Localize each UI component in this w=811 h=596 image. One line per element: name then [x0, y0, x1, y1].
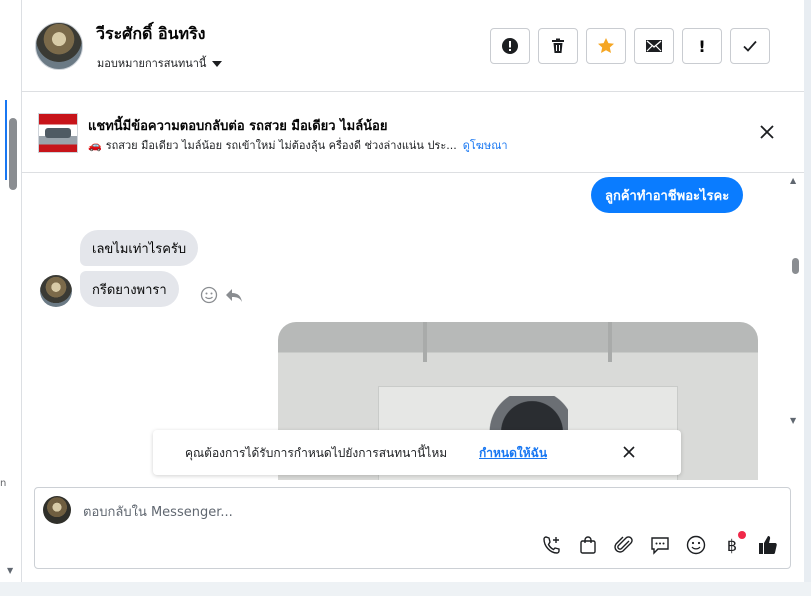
- ad-reply-banner: แชทนี้มีข้อความตอบกลับต่อ รถสวย มือเดียว…: [22, 93, 804, 173]
- scroll-down-arrow-icon[interactable]: ▼: [7, 566, 13, 575]
- smiley-icon: [686, 535, 706, 555]
- follow-up-button[interactable]: !: [682, 28, 722, 64]
- conversation-header: วีระศักดิ์ อินทริง มอบหมายการสนทนานี้ !: [22, 0, 804, 92]
- close-icon: [760, 125, 774, 139]
- left-panel-strip: ี n ▼: [0, 0, 22, 582]
- payment-button[interactable]: ฿: [721, 531, 746, 556]
- star-button[interactable]: [586, 28, 626, 64]
- alert-circle-icon: [502, 38, 518, 54]
- assign-to-me-link[interactable]: กำหนดให้ฉัน: [479, 444, 547, 463]
- header-actions: !: [490, 28, 770, 64]
- star-icon: [598, 38, 614, 53]
- attach-button[interactable]: [613, 534, 635, 556]
- ad-thumbnail[interactable]: [38, 113, 78, 153]
- conversation-panel: วีระศักดิ์ อินทริง มอบหมายการสนทนานี้ !: [22, 0, 804, 582]
- exclamation-icon: !: [698, 36, 706, 56]
- chevron-down-icon: [212, 61, 223, 67]
- mark-spam-button[interactable]: [490, 28, 530, 64]
- trash-icon: [552, 38, 564, 53]
- sender-avatar: [40, 275, 72, 307]
- incoming-message[interactable]: กรีดยางพารา: [80, 271, 179, 307]
- mark-unread-button[interactable]: [634, 28, 674, 64]
- phone-plus-icon: [543, 536, 560, 554]
- close-banner-button[interactable]: [756, 121, 778, 143]
- left-panel-glyph-bottom: n: [0, 478, 7, 489]
- left-panel-active-indicator: [5, 100, 7, 180]
- avatar[interactable]: [35, 22, 83, 70]
- photo-detail: [423, 322, 427, 362]
- like-button[interactable]: [757, 534, 779, 556]
- call-button[interactable]: [541, 534, 563, 556]
- shopping-bag-icon: [580, 536, 596, 554]
- car-icon: 🚗: [88, 139, 102, 152]
- checkmark-icon: [743, 40, 757, 52]
- chat-scrollbar[interactable]: [792, 258, 799, 274]
- mark-done-button[interactable]: [730, 28, 770, 64]
- window-edge: [804, 0, 811, 596]
- delete-button[interactable]: [538, 28, 578, 64]
- paperclip-icon: [614, 536, 633, 553]
- ad-description: รถสวย มือเดียว ไมล์น้อย รถเข้าใหม่ ไม่ต้…: [105, 139, 457, 152]
- photo-detail: [608, 322, 612, 362]
- thumbs-up-icon: [759, 536, 777, 555]
- envelope-icon: [646, 40, 662, 52]
- notification-dot: [738, 531, 746, 539]
- assign-conversation-dropdown[interactable]: มอบหมายการสนทนานี้: [97, 54, 223, 72]
- close-icon[interactable]: [621, 444, 637, 460]
- ad-banner-subtitle: 🚗 รถสวย มือเดียว ไมล์น้อย รถเข้าใหม่ ไม่ต…: [88, 136, 508, 154]
- baht-icon: ฿: [726, 535, 738, 555]
- view-ad-link[interactable]: ดูโฆษณา: [463, 139, 508, 152]
- outgoing-message[interactable]: ลูกค้าทำอาชีพอะไรคะ: [591, 177, 744, 213]
- reply-arrow-icon[interactable]: [224, 286, 244, 304]
- reply-input[interactable]: [83, 502, 763, 522]
- page-avatar: [43, 496, 71, 524]
- left-panel-scrollbar[interactable]: [9, 118, 17, 190]
- shop-button[interactable]: [577, 534, 599, 556]
- reply-composer: ฿: [34, 487, 791, 569]
- ad-banner-title: แชทนี้มีข้อความตอบกลับต่อ รถสวย มือเดียว…: [88, 119, 388, 134]
- assign-notice-toast: คุณต้องการได้รับการกำหนดไปยังการสนทนานี้…: [153, 430, 681, 475]
- notice-text: คุณต้องการได้รับการกำหนดไปยังการสนทนานี้…: [185, 446, 448, 460]
- incoming-message[interactable]: เลขไมเท่าไรครับ: [80, 230, 199, 266]
- scroll-down-arrow-icon[interactable]: ▼: [790, 416, 796, 425]
- assign-label: มอบหมายการสนทนานี้: [97, 57, 207, 70]
- smiley-react-icon[interactable]: [200, 286, 218, 304]
- chat-bubble-icon: [651, 537, 669, 555]
- contact-name[interactable]: วีระศักดิ์ อินทริง: [96, 22, 205, 47]
- scroll-up-arrow-icon[interactable]: ▲: [790, 176, 796, 185]
- saved-replies-button[interactable]: [649, 534, 671, 556]
- emoji-button[interactable]: [685, 534, 707, 556]
- composer-toolbar: ฿: [541, 531, 779, 556]
- window-edge: [0, 582, 811, 596]
